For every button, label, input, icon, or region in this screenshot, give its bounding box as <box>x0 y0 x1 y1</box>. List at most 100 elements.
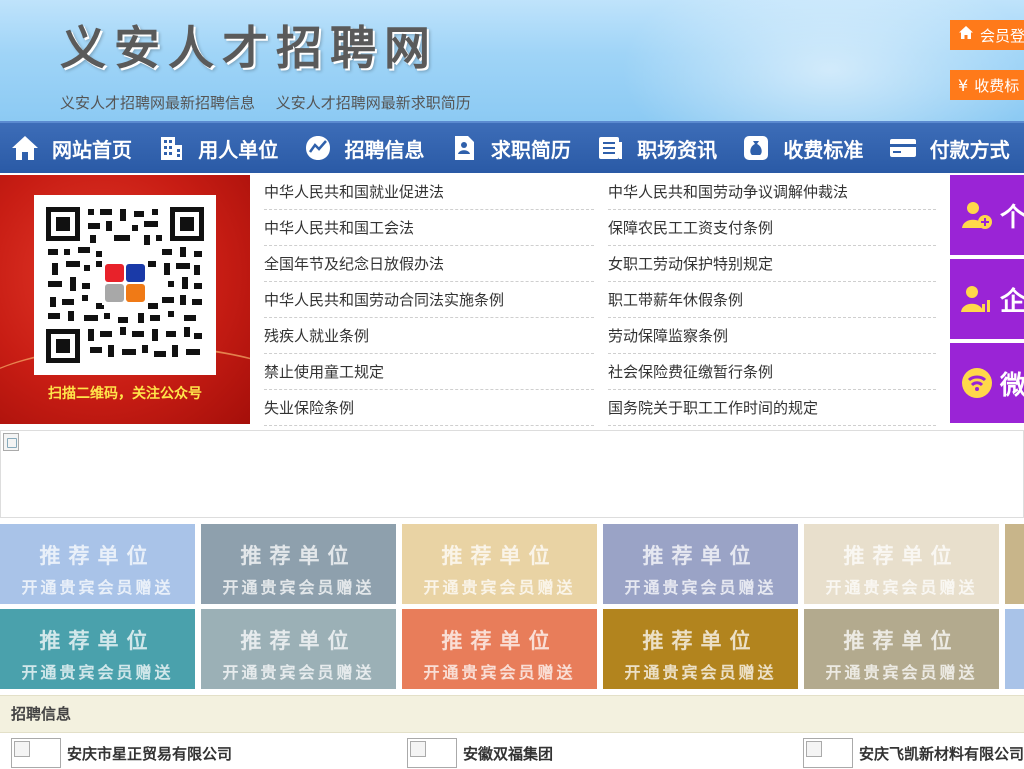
company-logo <box>803 738 853 768</box>
promo-tile-title: 推荐单位 <box>843 544 960 568</box>
promo-tile[interactable]: 推荐单位开通贵宾会员赠送 <box>201 609 396 689</box>
nav-item-label: 求职简历 <box>490 137 571 162</box>
site-title[interactable]: 义安人才招聘网 <box>60 20 438 76</box>
law-link[interactable]: 禁止使用童工规定 <box>264 355 594 390</box>
yen-icon: ¥ <box>958 75 969 95</box>
ad-banner[interactable] <box>0 430 1024 518</box>
fee-standard-label: 收费标 <box>974 76 1020 95</box>
broken-image-icon <box>3 433 19 451</box>
latest-resumes-link[interactable]: 义安人才招聘网最新求职简历 <box>276 94 471 112</box>
side-button-label: 微 <box>1000 370 1024 401</box>
promo-tile-title: 推荐单位 <box>642 629 759 653</box>
nav-item-resumes[interactable]: 求职简历 <box>439 123 585 173</box>
promo-tile-title: 推荐单位 <box>843 629 960 653</box>
home-icon <box>958 25 974 45</box>
wechat-button[interactable]: 微 <box>950 343 1024 423</box>
promo-tile-subtitle: 开通贵宾会员赠送 <box>423 663 576 682</box>
chart-icon <box>305 136 330 160</box>
promo-tile[interactable]: 推荐单位开通贵宾会员赠送 <box>804 609 999 689</box>
person-chart-icon <box>961 286 990 312</box>
promo-tile[interactable]: 推荐单位开通贵宾会员赠送 <box>0 524 195 604</box>
nav-item-fees[interactable]: 收费标准 <box>731 123 877 173</box>
nav-item-jobs[interactable]: 招聘信息 <box>293 123 439 173</box>
law-link[interactable]: 残疾人就业条例 <box>264 319 594 354</box>
resume-icon <box>454 136 474 160</box>
promo-tile[interactable] <box>1005 609 1024 689</box>
company-name: 安庆市星正贸易有限公司 <box>67 744 233 763</box>
promo-tile[interactable]: 推荐单位开通贵宾会员赠送 <box>603 609 798 689</box>
nav-item-label: 招聘信息 <box>344 137 425 162</box>
news-icon <box>599 137 623 159</box>
promo-tile-subtitle: 开通贵宾会员赠送 <box>21 578 174 597</box>
law-link[interactable]: 全国年节及纪念日放假办法 <box>264 247 594 282</box>
law-link[interactable]: 女职工劳动保护特别规定 <box>608 247 936 282</box>
qr-code <box>34 195 216 375</box>
law-list: 中华人民共和国就业促进法 中华人民共和国劳动争议调解仲裁法 中华人民共和国工会法… <box>264 175 936 426</box>
promo-tile-title: 推荐单位 <box>240 629 357 653</box>
nav-item-label: 用人单位 <box>198 137 279 162</box>
promo-tile-subtitle: 开通贵宾会员赠送 <box>624 578 777 597</box>
nav-item-employers[interactable]: 用人单位 <box>146 123 292 173</box>
promo-tile-subtitle: 开通贵宾会员赠送 <box>825 578 978 597</box>
company-link[interactable]: 安庆市星正贸易有限公司 <box>11 737 232 769</box>
nav-item-home[interactable]: 网站首页 <box>0 123 146 173</box>
law-link[interactable]: 中华人民共和国就业促进法 <box>264 175 594 210</box>
fee-standard-button[interactable]: ¥ 收费标 <box>950 70 1024 100</box>
company-logo <box>11 738 61 768</box>
promo-tile[interactable] <box>1005 524 1024 604</box>
qr-code-graphic <box>46 207 204 363</box>
law-link[interactable]: 中华人民共和国工会法 <box>264 211 594 246</box>
law-link[interactable]: 社会保险费征缴暂行条例 <box>608 355 936 390</box>
recruitment-section-title: 招聘信息 <box>0 695 1024 733</box>
promo-tile-subtitle: 开通贵宾会员赠送 <box>222 663 375 682</box>
person-add-icon <box>962 202 992 229</box>
nav-item-label: 付款方式 <box>929 137 1010 162</box>
promo-tile-subtitle: 开通贵宾会员赠送 <box>825 663 978 682</box>
nav-item-label: 职场资讯 <box>637 137 718 162</box>
main-nav: 网站首页 用人单位 招聘信息 求职简历 职场资讯 收费标准 付款方式 <box>0 121 1024 173</box>
company-name: 安庆飞凯新材料有限公司 <box>859 744 1024 763</box>
personal-member-button[interactable]: 个 <box>950 175 1024 255</box>
latest-jobs-link[interactable]: 义安人才招聘网最新招聘信息 <box>60 94 255 112</box>
nav-item-label: 网站首页 <box>52 137 132 162</box>
promo-tile[interactable]: 推荐单位开通贵宾会员赠送 <box>603 524 798 604</box>
law-link[interactable]: 国务院关于职工工作时间的规定 <box>608 391 936 426</box>
member-login-label: 会员登 <box>980 26 1024 45</box>
promo-tile-title: 推荐单位 <box>441 544 558 568</box>
law-link[interactable]: 中华人民共和国劳动争议调解仲裁法 <box>608 175 936 210</box>
promo-tile[interactable]: 推荐单位开通贵宾会员赠送 <box>0 609 195 689</box>
promo-tile[interactable]: 推荐单位开通贵宾会员赠送 <box>804 524 999 604</box>
promo-tile-title: 推荐单位 <box>39 629 156 653</box>
company-name: 安徽双福集团 <box>463 744 554 763</box>
card-icon <box>889 139 916 157</box>
side-button-label: 企 <box>1000 286 1024 317</box>
qr-code-banner: 扫描二维码，关注公众号 <box>0 175 250 424</box>
promo-tile-title: 推荐单位 <box>240 544 357 568</box>
nav-item-payment[interactable]: 付款方式 <box>878 123 1024 173</box>
law-link[interactable]: 中华人民共和国劳动合同法实施条例 <box>264 283 594 318</box>
nav-item-news[interactable]: 职场资讯 <box>585 123 731 173</box>
member-login-button[interactable]: 会员登 <box>950 20 1024 50</box>
building-icon <box>161 137 183 160</box>
law-link[interactable]: 劳动保障监察条例 <box>608 319 936 354</box>
wechat-icon <box>962 368 992 398</box>
promo-tile[interactable]: 推荐单位 开通贵宾会员赠送 <box>201 524 396 604</box>
company-link[interactable]: 安庆飞凯新材料有限公司 <box>803 737 1024 769</box>
company-logo <box>407 738 457 768</box>
enterprise-member-button[interactable]: 企 <box>950 259 1024 339</box>
promo-tile-title: 推荐单位 <box>642 544 759 568</box>
money-bag-icon <box>744 136 769 160</box>
promo-tile[interactable]: 推荐单位开通贵宾会员赠送 <box>402 609 597 689</box>
site-header: 义安人才招聘网 义安人才招聘网最新招聘信息 义安人才招聘网最新求职简历 会员登 … <box>0 0 1024 121</box>
promo-tile-subtitle: 开通贵宾会员赠送 <box>423 578 576 597</box>
law-link[interactable]: 保障农民工工资支付条例 <box>608 211 936 246</box>
promo-tile-subtitle: 开通贵宾会员赠送 <box>21 663 174 682</box>
company-link[interactable]: 安徽双福集团 <box>407 737 553 769</box>
promo-tile-subtitle: 开通贵宾会员赠送 <box>624 663 777 682</box>
promo-tile-title: 推荐单位 <box>39 544 156 568</box>
law-link[interactable]: 失业保险条例 <box>264 391 594 426</box>
promo-tile-title: 推荐单位 <box>441 629 558 653</box>
promo-tile[interactable]: 推荐单位开通贵宾会员赠送 <box>402 524 597 604</box>
header-sub-links: 义安人才招聘网最新招聘信息 义安人才招聘网最新求职简历 <box>60 92 487 113</box>
law-link[interactable]: 职工带薪年休假条例 <box>608 283 936 318</box>
